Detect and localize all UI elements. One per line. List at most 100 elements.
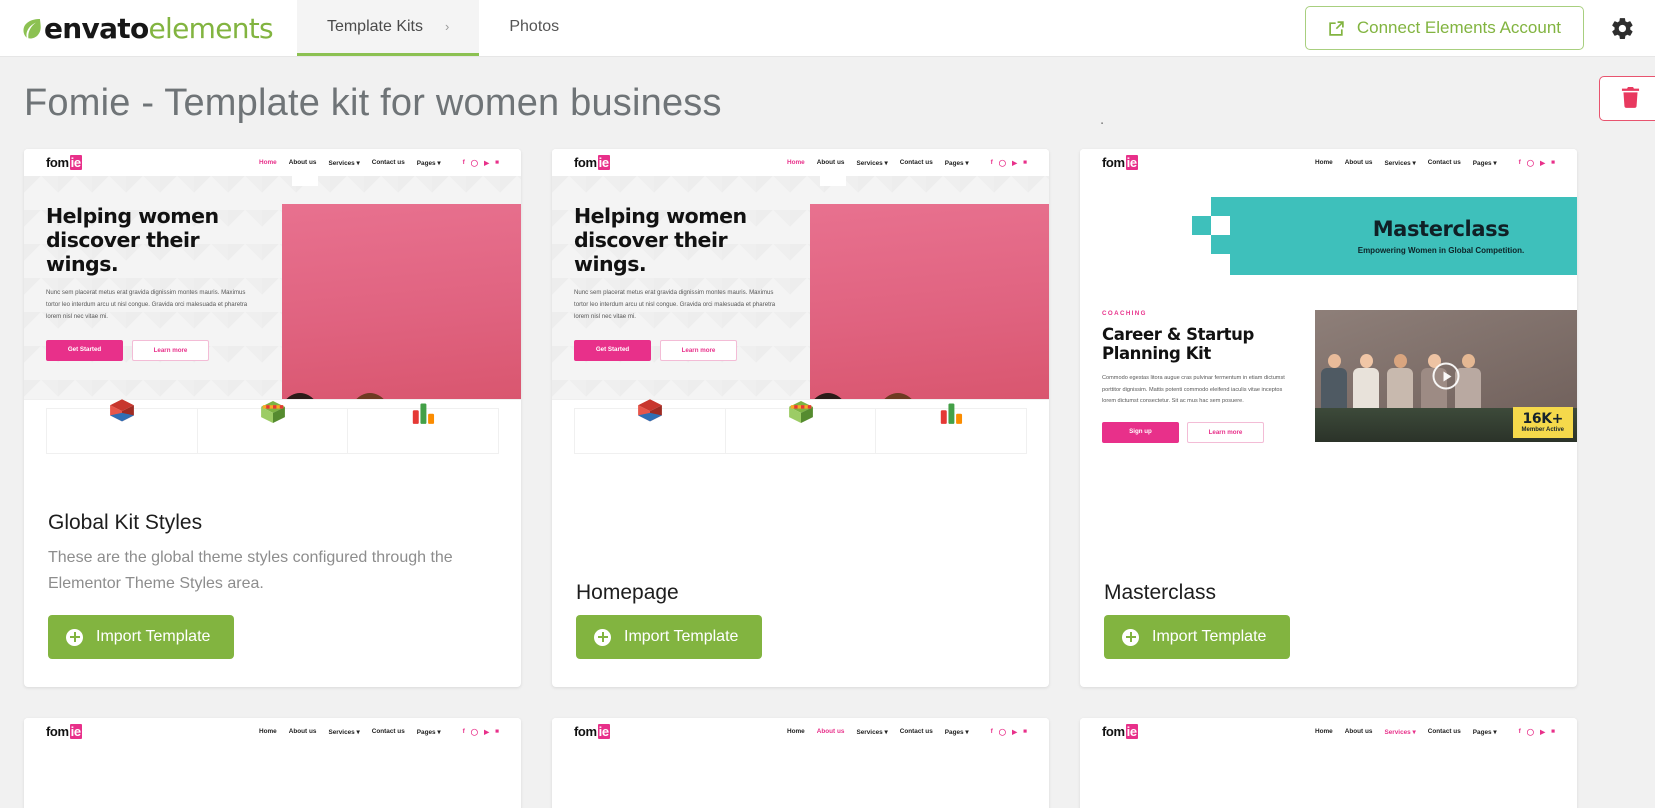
template-card-title: Homepage	[576, 581, 679, 604]
play-icon[interactable]	[1432, 362, 1460, 390]
mockup-menu: Home About us Services ▾ Contact us Page…	[787, 728, 1027, 736]
website-mockup: fom ie Home About us Services ▾ Contact u…	[1080, 718, 1577, 808]
delete-kit-button[interactable]	[1599, 76, 1655, 121]
mockup-logo-main: fom	[46, 155, 69, 170]
top-bar-actions: Connect Elements Account	[1304, 0, 1655, 56]
import-template-label: Import Template	[1152, 628, 1267, 645]
mockup-menu-item: Contact us	[371, 159, 405, 166]
website-mockup: fom ie Home About us Services ▾ Contact u…	[24, 149, 521, 489]
template-card-body: Masterclass Import Template	[1080, 489, 1577, 687]
template-card-body: Global Kit Styles These are the global t…	[24, 489, 521, 687]
book-icon	[105, 395, 139, 434]
template-preview-thumbnail[interactable]: fom ie Home About us Services ▾ Contact u…	[24, 149, 521, 489]
feature-cell	[46, 399, 197, 454]
template-card-description: These are the global theme styles config…	[48, 549, 453, 592]
mockup-menu-item: Pages ▾	[1472, 159, 1497, 167]
template-preview-thumbnail[interactable]: fom ie Home About us Services ▾ Contact u…	[1080, 718, 1577, 808]
youtube-icon: ■	[495, 159, 499, 166]
youtube-icon: ■	[1023, 728, 1027, 735]
mockup-social-icons: f ◯ ▶ ■	[991, 728, 1027, 736]
tab-template-kits-label: Template Kits	[326, 17, 423, 35]
mockup-menu-item: Services ▾	[328, 728, 360, 736]
youtube-icon: ■	[495, 728, 499, 735]
mockup-menu: Home About us Services ▾ Contact us Page…	[787, 159, 1027, 167]
import-template-button[interactable]: Import Template	[48, 615, 235, 659]
template-card[interactable]: fom ie Home About us Services ▾ Contact u…	[552, 149, 1049, 687]
hero-primary-cta[interactable]: Get Started	[46, 339, 123, 361]
hero-heading: Helping women discover their wings.	[46, 204, 219, 276]
website-mockup: fom ie Home About us Services ▾ Contact u…	[24, 718, 521, 808]
mockup-logo-highlight: ie	[69, 724, 82, 739]
tab-photos[interactable]: Photos	[479, 0, 589, 56]
website-mockup: fom ie Home About us Services ▾ Contact u…	[552, 718, 1049, 808]
template-preview-thumbnail[interactable]: fom ie Home About us Services ▾ Contact u…	[552, 718, 1049, 808]
mockup-menu-item: Home	[258, 728, 277, 735]
brand-elements-text: elements	[148, 11, 274, 45]
tab-template-kits[interactable]: Template Kits ›	[296, 0, 480, 56]
connect-elements-account-label: Connect Elements Account	[1356, 18, 1561, 37]
book-icon	[633, 395, 667, 434]
instagram-icon: ◯	[998, 159, 1007, 167]
mockup-logo: fom ie	[46, 155, 82, 170]
store-icon	[784, 395, 818, 434]
youtube-icon: ■	[1551, 728, 1555, 735]
hero-cta-group: Get Started Learn more	[574, 339, 796, 361]
template-card[interactable]: fom ie Home About us Services ▾ Contact u…	[24, 718, 521, 808]
template-card[interactable]: fom ie Home About us Services ▾ Contact u…	[1080, 149, 1577, 687]
import-template-button[interactable]: Import Template	[576, 615, 763, 659]
mockup-menu-item: Contact us	[899, 159, 933, 166]
feature-cell	[875, 403, 1028, 454]
template-preview-thumbnail[interactable]: fom ie Home About us Services ▾ Contact u…	[24, 718, 521, 808]
masterclass-content: COACHING Career & Startup Planning Kit C…	[1080, 299, 1577, 451]
mockup-nav: fom ie Home About us Services ▾ Contact u…	[1080, 718, 1577, 745]
mockup-menu-item: Pages ▾	[416, 728, 441, 736]
gear-icon[interactable]	[1606, 12, 1639, 45]
template-card-body: Homepage Import Template	[552, 489, 1049, 687]
connect-elements-account-button[interactable]: Connect Elements Account	[1304, 6, 1584, 50]
mockup-menu-item: Contact us	[899, 728, 933, 735]
template-card[interactable]: fom ie Home About us Services ▾ Contact u…	[1080, 718, 1577, 808]
mockup-social-icons: f ◯ ▶ ■	[1519, 728, 1555, 736]
masterclass-secondary-cta[interactable]: Learn more	[1187, 421, 1264, 443]
twitter-icon: ▶	[1540, 159, 1546, 167]
hero-secondary-cta[interactable]: Learn more	[132, 339, 209, 361]
mockup-nav: fom ie Home About us Services ▾ Contact u…	[1080, 149, 1577, 176]
hero-secondary-cta[interactable]: Learn more	[660, 339, 737, 361]
mockup-social-icons: f ◯ ▶ ■	[991, 159, 1027, 167]
mockup-menu-item: Home	[786, 728, 805, 735]
masterclass-primary-cta[interactable]: Sign up	[1102, 421, 1179, 443]
mockup-menu-item: About us	[288, 159, 317, 166]
masterclass-kicker: COACHING	[1102, 310, 1147, 317]
masterclass-cta-group: Sign up Learn more	[1102, 421, 1297, 443]
envato-elements-logo[interactable]: envato elements	[0, 0, 297, 56]
masterclass-banner: Masterclass Empowering Women in Global C…	[1080, 176, 1577, 299]
template-preview-thumbnail[interactable]: fom ie Home About us Services ▾ Contact u…	[1080, 149, 1577, 489]
mockup-logo: fom ie	[1102, 724, 1138, 739]
cursor-dot-marker: .	[1100, 111, 1105, 128]
mockup-menu-item: Contact us	[1427, 728, 1461, 735]
hero-primary-cta[interactable]: Get Started	[574, 339, 651, 361]
masterclass-video-thumbnail[interactable]: 16K+ Member Active	[1315, 310, 1577, 442]
mockup-social-icons: f ◯ ▶ ■	[1519, 159, 1555, 167]
plus-circle-icon	[594, 628, 611, 646]
template-card[interactable]: fom ie Home About us Services ▾ Contact u…	[552, 718, 1049, 808]
member-badge-number: 16K+	[1522, 411, 1564, 427]
hero-copy: Helping women discover their wings. Nunc…	[24, 176, 282, 399]
mockup-menu-item: About us	[816, 159, 845, 166]
hero-paragraph: Nunc sem placerat metus erat gravida dig…	[574, 288, 776, 320]
mockup-hero: Helping women discover their wings. Nunc…	[24, 176, 521, 399]
template-card[interactable]: fom ie Home About us Services ▾ Contact u…	[24, 149, 521, 687]
import-template-button[interactable]: Import Template	[1104, 615, 1291, 659]
top-bar: envato elements Template Kits › Photos Co…	[0, 0, 1655, 57]
hero-cta-group: Get Started Learn more	[46, 339, 268, 361]
template-preview-thumbnail[interactable]: fom ie Home About us Services ▾ Contact u…	[552, 149, 1049, 489]
mockup-feature-strip	[552, 399, 1049, 462]
mockup-logo-main: fom	[1102, 155, 1125, 170]
plus-circle-icon	[66, 628, 83, 646]
mockup-social-icons: f ◯ ▶ ■	[463, 159, 499, 167]
mockup-menu-item: About us	[1344, 159, 1373, 166]
mockup-nav: fom ie Home About us Services ▾ Contact u…	[552, 149, 1049, 176]
instagram-icon: ◯	[998, 728, 1007, 736]
mockup-menu-item: Services ▾	[856, 728, 888, 736]
hero-image	[810, 176, 1049, 399]
